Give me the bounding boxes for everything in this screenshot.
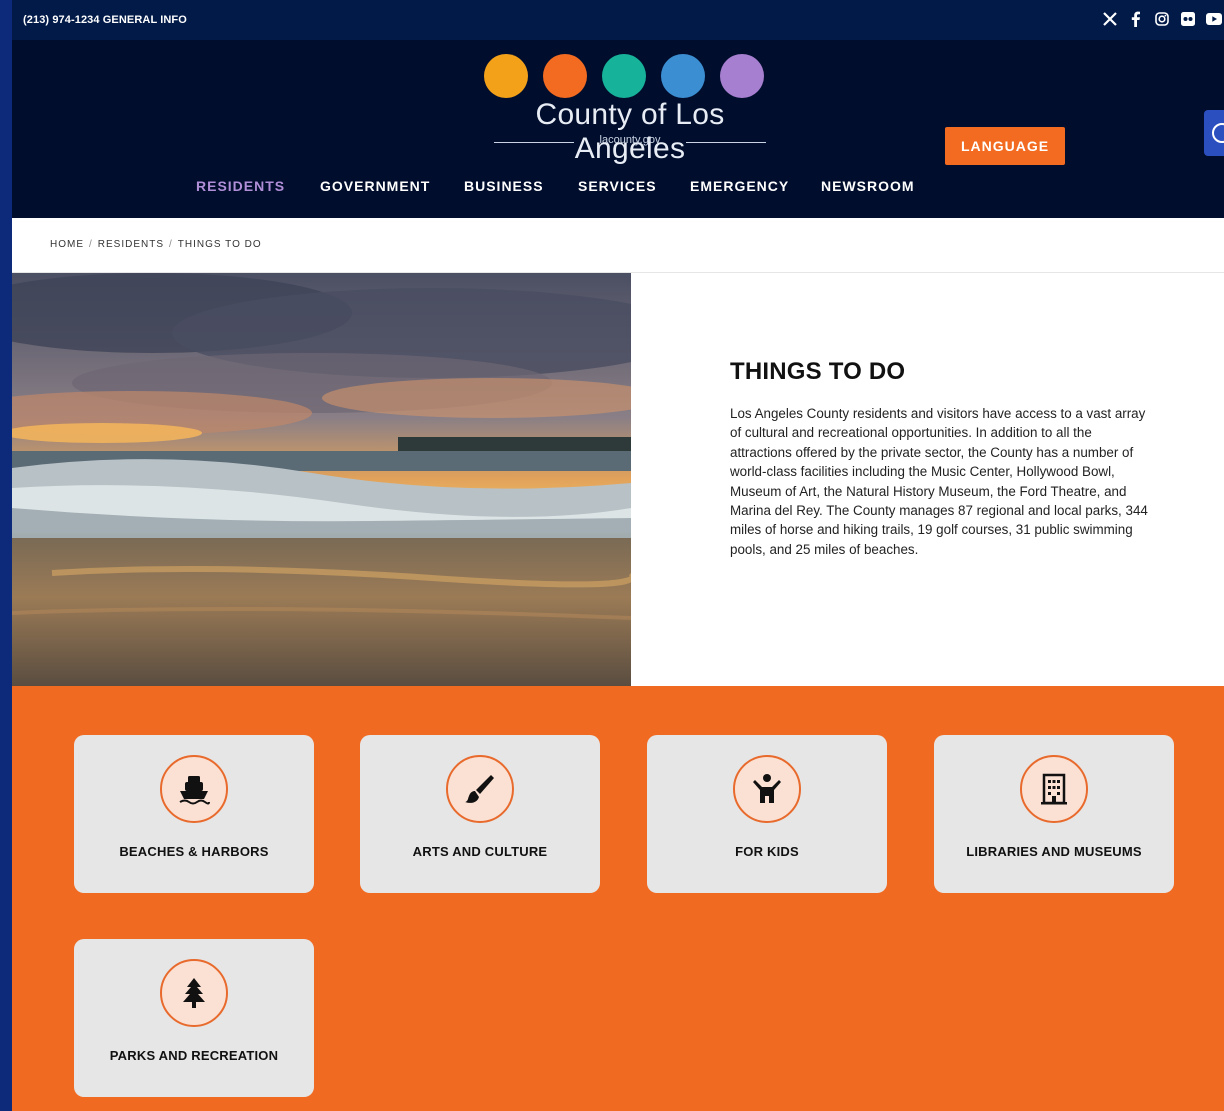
nav-item-residents[interactable]: RESIDENTS: [196, 178, 285, 194]
hero-image-beach-sunset: [12, 273, 631, 686]
nav-item-emergency[interactable]: EMERGENCY: [690, 178, 789, 194]
ship-icon: [160, 755, 228, 823]
breadcrumb: HOME / RESIDENTS / THINGS TO DO: [50, 239, 262, 250]
breadcrumb-separator: /: [89, 239, 93, 250]
facebook-icon[interactable]: [1128, 11, 1144, 27]
card-for-kids[interactable]: FOR KIDS: [647, 735, 887, 893]
nav-item-business[interactable]: BUSINESS: [464, 178, 544, 194]
language-button[interactable]: LANGUAGE: [945, 127, 1065, 165]
child-icon: [733, 755, 801, 823]
logo-circle-2: [543, 54, 587, 98]
card-label: ARTS AND CULTURE: [412, 844, 548, 859]
breadcrumb-separator: /: [169, 239, 173, 250]
page-intro: Los Angeles County residents and visitor…: [730, 406, 1148, 557]
logo-url: lacounty.gov: [599, 134, 661, 146]
hero-text: THINGS TO DO Los Angeles County resident…: [730, 358, 1152, 559]
accessibility-icon: [1212, 123, 1224, 143]
tree-icon: [160, 959, 228, 1027]
logo-seal-circles: [484, 54, 764, 98]
youtube-icon[interactable]: [1206, 11, 1222, 27]
card-arts-culture[interactable]: ARTS AND CULTURE: [360, 735, 600, 893]
social-links: [1102, 11, 1224, 27]
accessibility-button[interactable]: [1204, 110, 1224, 156]
page-frame: (213) 974-1234 GENERAL INFO County of Lo…: [12, 0, 1224, 1111]
building-icon: [1020, 755, 1088, 823]
card-beaches-harbors[interactable]: BEACHES & HARBORS: [74, 735, 314, 893]
county-logo[interactable]: County of Los Angeles lacounty.gov: [480, 54, 780, 165]
nav-item-services[interactable]: SERVICES: [578, 178, 657, 194]
logo-circle-4: [661, 54, 705, 98]
card-label: LIBRARIES AND MUSEUMS: [966, 844, 1142, 859]
card-label: BEACHES & HARBORS: [119, 844, 269, 859]
breadcrumb-current: THINGS TO DO: [177, 239, 262, 250]
card-label: FOR KIDS: [735, 844, 799, 859]
logo-name: County of Los Angeles: [535, 98, 725, 165]
top-bar: (213) 974-1234 GENERAL INFO: [12, 0, 1224, 40]
breadcrumb-residents[interactable]: RESIDENTS: [98, 239, 164, 250]
logo-rule-right: [686, 142, 766, 143]
paintbrush-icon: [446, 755, 514, 823]
logo-circle-5: [720, 54, 764, 98]
flickr-icon[interactable]: [1180, 11, 1196, 27]
page-title: THINGS TO DO: [730, 358, 906, 385]
general-info-phone[interactable]: (213) 974-1234 GENERAL INFO: [23, 14, 187, 26]
nav-item-government[interactable]: GOVERNMENT: [320, 178, 430, 194]
card-libraries-museums[interactable]: LIBRARIES AND MUSEUMS: [934, 735, 1174, 893]
logo-circle-1: [484, 54, 528, 98]
instagram-icon[interactable]: [1154, 11, 1170, 27]
hero-section: THINGS TO DO Los Angeles County resident…: [12, 273, 1224, 686]
breadcrumb-bar: HOME / RESIDENTS / THINGS TO DO: [12, 218, 1224, 273]
breadcrumb-home[interactable]: HOME: [50, 239, 84, 250]
card-label: PARKS AND RECREATION: [109, 1048, 279, 1063]
x-icon[interactable]: [1102, 11, 1118, 27]
card-parks-recreation[interactable]: PARKS AND RECREATION: [74, 939, 314, 1097]
category-cards: BEACHES & HARBORS ARTS AND CULTURE FOR K…: [12, 686, 1224, 1111]
nav-item-newsroom[interactable]: NEWSROOM: [821, 178, 915, 194]
main-nav: RESIDENTS GOVERNMENT BUSINESS SERVICES E…: [12, 166, 1224, 206]
logo-circle-3: [602, 54, 646, 98]
